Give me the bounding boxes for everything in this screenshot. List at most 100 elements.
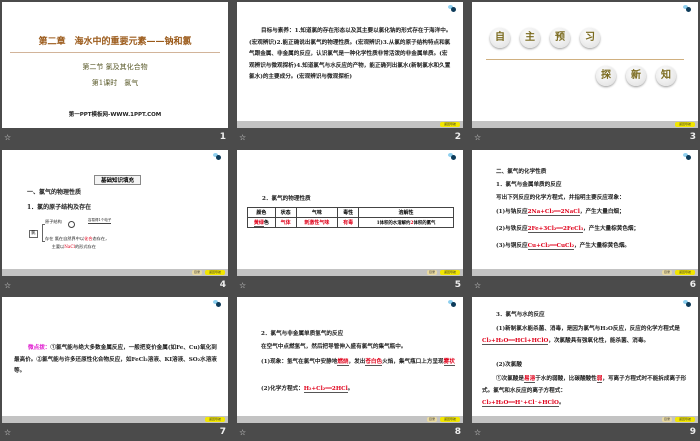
subheading: (2)次氯酸 xyxy=(496,362,522,368)
answer: 气体 xyxy=(274,217,297,228)
slide-number: 3 xyxy=(689,132,696,142)
th: 溶解性 xyxy=(358,207,454,218)
slide-number: 5 xyxy=(454,280,461,290)
decoration-icon xyxy=(683,300,692,307)
decoration-icon xyxy=(683,153,692,160)
transition-icon: ☆ xyxy=(239,281,247,290)
slide-number: 7 xyxy=(219,427,226,437)
equation: Cl₂+H₂O══H⁺+Cl⁻+HClO xyxy=(482,400,559,407)
answer: NaCl xyxy=(64,244,75,249)
equation: Cl₂+H₂O══HCl+HClO xyxy=(482,338,549,345)
circle-char: 主 xyxy=(520,28,540,48)
back-button[interactable]: 目录 xyxy=(427,417,437,422)
heading: 2．氯气的物理性质 xyxy=(262,196,311,202)
label: (3)与铜反应 xyxy=(496,243,528,249)
answer: 易溶 xyxy=(523,376,536,383)
text: 火焰，集气瓶口上方呈现 xyxy=(382,359,444,365)
element-box: 氯 xyxy=(29,230,38,238)
slide: 微点拨：①氯气能与绝大多数金属反应，一般把变价金属(如Fe、Cu)氧化到最高价。… xyxy=(2,297,228,423)
label: (1)与钠反应 xyxy=(496,209,528,215)
heading-2: 1．氯的原子结构及存在 xyxy=(27,204,92,211)
decoration-icon xyxy=(213,153,222,160)
back-button[interactable]: 目录 xyxy=(662,270,672,275)
text: 色 xyxy=(263,220,269,226)
footer-bar: 返回导航 xyxy=(2,416,228,423)
slide-thumb-2[interactable]: 目标与素养：1.知道氯的存在形态以及其主要以氯化钠的形式存在于海洋中。(宏观辨识… xyxy=(237,0,465,146)
decoration-icon xyxy=(448,300,457,307)
decoration-icon xyxy=(448,153,457,160)
intro-text: 写出下列反应的化学方程式，并指明主要反应现象： xyxy=(496,195,625,201)
circle-char: 习 xyxy=(580,28,600,48)
home-button[interactable]: 返回导航 xyxy=(440,122,460,127)
home-button[interactable]: 返回导航 xyxy=(440,417,460,422)
slide-thumb-3[interactable]: 自 主 预 习 探 新 知 返回导航 ☆ 3 xyxy=(472,0,700,146)
equation: H₂+Cl₂══2HCl xyxy=(303,386,348,393)
transition-icon: ☆ xyxy=(4,428,12,437)
transition-icon: ☆ xyxy=(4,133,12,142)
note: ，产生大量棕黄色烟。 xyxy=(574,243,631,249)
circle-char: 知 xyxy=(656,66,676,86)
reaction-1: (1)与钠反应2Na+Cl₂══2NaCl，产生大量白烟； xyxy=(496,208,625,218)
section-heading: 基础知识填充 xyxy=(94,175,142,185)
slide: 自 主 预 习 探 新 知 返回导航 xyxy=(472,2,698,128)
text: (2)化学方程式： xyxy=(261,386,304,392)
transition-icon: ☆ xyxy=(474,428,482,437)
slide-number: 6 xyxy=(689,280,696,290)
slide-thumb-6[interactable]: 二、氯气的化学性质 1．氯气与金属单质的反应 写出下列反应的化学方程式，并指明主… xyxy=(472,148,700,294)
decoration-icon xyxy=(213,300,222,307)
heading-1: 一、氯气的物理性质 xyxy=(27,189,82,196)
text: ，发出 xyxy=(348,359,366,365)
answer: 刺激性气味 xyxy=(295,217,339,228)
answer: 燃烧 xyxy=(337,359,349,366)
footer-bar: 目录 返回导航 xyxy=(472,416,698,423)
slide-thumb-8[interactable]: 2．氯气与非金属单质氢气的反应 在空气中点燃氢气，然后把导管伸入盛有氯气的集气瓶… xyxy=(237,295,465,441)
back-button[interactable]: 目录 xyxy=(662,417,672,422)
heading-2: 1．氯气与金属单质的反应 xyxy=(496,182,562,188)
th: 状态 xyxy=(274,207,297,218)
text: 态存在， xyxy=(92,236,110,241)
heading: 3．氯气与水的反应 xyxy=(496,312,545,318)
slide-thumb-1[interactable]: 第二章 海水中的重要元素——钠和氯 第二节 氯及其化合物 第1课时 氯气 第一P… xyxy=(2,0,230,146)
slide: 目标与素养：1.知道氯的存在形态以及其主要以氯化钠的形式存在于海洋中。(宏观辨识… xyxy=(237,2,463,128)
circle-char: 预 xyxy=(550,28,570,48)
transition-icon: ☆ xyxy=(239,428,247,437)
home-button[interactable]: 返回导航 xyxy=(675,417,695,422)
circle-char: 新 xyxy=(626,66,646,86)
note: ，产生大量白烟； xyxy=(579,209,625,215)
home-button[interactable]: 返回导航 xyxy=(205,270,225,275)
th: 颜色 xyxy=(247,207,276,218)
tip-label: 微点拨： xyxy=(28,345,51,351)
home-button[interactable]: 返回导航 xyxy=(675,270,695,275)
slide-thumb-5[interactable]: 2．氯气的物理性质 颜色 状态 气味 毒性 溶解性 黄绿色 气体 刺激性气味 有毒 1体积的水溶… xyxy=(237,148,465,294)
decoration-icon xyxy=(683,5,692,12)
equation: 2Fe+3Cl₂══2FeCl₃ xyxy=(527,226,584,233)
slide-thumb-7[interactable]: 微点拨：①氯气能与绝大多数金属反应，一般把变价金属(如Fe、Cu)氧化到最高价。… xyxy=(2,295,230,441)
back-button[interactable]: 目录 xyxy=(192,270,202,275)
divider xyxy=(10,52,220,53)
paragraph-1: (1)新制氯水能杀菌、消毒，是因为氯气与H₂O反应，反应的化学方程式是 Cl₂+H… xyxy=(482,323,692,347)
back-button[interactable]: 目录 xyxy=(427,270,437,275)
circle-char: 自 xyxy=(490,28,510,48)
heading: 2．氯气与非金属单质氢气的反应 xyxy=(261,331,344,337)
equation-line: (2)化学方程式：H₂+Cl₂══2HCl。 xyxy=(261,386,354,393)
home-button[interactable]: 返回导航 xyxy=(675,122,695,127)
slide-number: 9 xyxy=(689,427,696,437)
text: (1)新制氯水能杀菌、消毒，是因为氯气与H₂O反应，反应的化学方程式是 xyxy=(496,326,681,332)
answer: 苍白色 xyxy=(365,359,383,366)
home-button[interactable]: 返回导航 xyxy=(205,417,225,422)
slide-thumb-4[interactable]: 基础知识填充 一、氯气的物理性质 1．氯的原子结构及存在 氯 原子结构 容易得1… xyxy=(2,148,230,294)
label: (2)与铁反应 xyxy=(496,226,528,232)
slide-thumb-9[interactable]: 3．氯气与水的反应 (1)新制氯水能杀菌、消毒，是因为氯气与H₂O反应，反应的化… xyxy=(472,295,700,441)
paragraph-2: ①次氯酸是易溶于水的弱酸，比碳酸酸性弱，写离子方程式时不能拆成离子形式。氯气和水… xyxy=(482,376,687,407)
transition-icon: ☆ xyxy=(474,281,482,290)
text: 于水的弱酸，比碳酸酸性 xyxy=(535,376,597,382)
note: ，产生大量棕黄色烟； xyxy=(583,226,640,232)
text: 1体积的水溶解约 xyxy=(376,220,411,226)
heading-1: 二、氯气的化学性质 xyxy=(496,169,547,175)
properties-table: 颜色 状态 气味 毒性 溶解性 黄绿色 气体 刺激性气味 有毒 1体积的水溶解约2体积的氯气 xyxy=(247,207,454,228)
answer: 雾状 xyxy=(443,359,455,366)
arrow-label: 容易得1个电子 xyxy=(88,218,112,224)
home-button[interactable]: 返回导航 xyxy=(440,270,460,275)
td: 1体积的水溶解约2体积的氯气 xyxy=(358,217,454,228)
objectives-text: 目标与素养：1.知道氯的存在形态以及其主要以氯化钠的形式存在于海洋中。(宏观辨识… xyxy=(249,28,452,80)
